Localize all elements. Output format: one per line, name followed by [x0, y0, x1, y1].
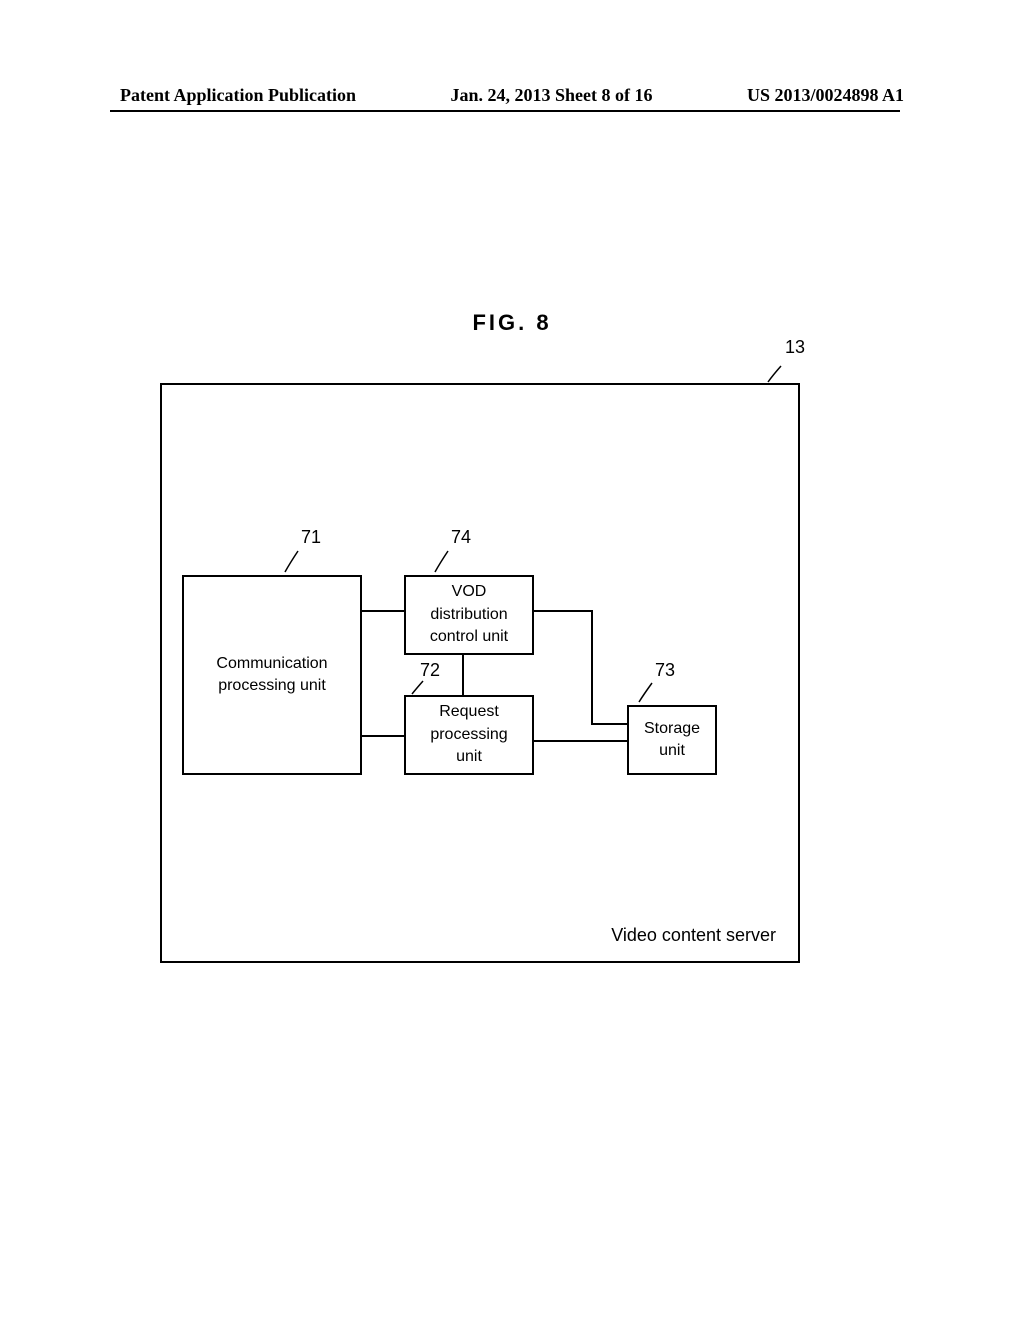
box-vod-distribution-control-unit: VOD distribution control unit — [404, 575, 534, 655]
header-rule — [110, 110, 900, 112]
box-74-line2: distribution — [430, 604, 507, 626]
box-74-line1: VOD — [452, 581, 487, 603]
box-73-line1: Storage — [644, 718, 700, 740]
ref-number-74: 74 — [451, 527, 471, 548]
leader-line-74 — [432, 548, 452, 575]
box-72-line2: processing — [430, 724, 507, 746]
box-74-line3: control unit — [430, 626, 508, 648]
box-71-line2: processing unit — [218, 675, 326, 697]
header-left-text: Patent Application Publication — [120, 85, 356, 106]
connector-71-to-72 — [362, 735, 404, 737]
box-73-line2: unit — [659, 740, 685, 762]
outer-box-video-content-server: Video content server 71 74 72 73 Communi… — [160, 383, 800, 963]
ref-number-71: 71 — [301, 527, 321, 548]
box-71-line1: Communication — [216, 653, 327, 675]
ref-number-13: 13 — [785, 337, 805, 358]
box-request-processing-unit: Request processing unit — [404, 695, 534, 775]
box-storage-unit: Storage unit — [627, 705, 717, 775]
connector-71-to-74 — [362, 610, 404, 612]
box-communication-processing-unit: Communication processing unit — [182, 575, 362, 775]
connector-74-to-bus-h — [534, 610, 593, 612]
ref-number-73: 73 — [655, 660, 675, 681]
figure-label: FIG. 8 — [472, 310, 551, 336]
connector-72-to-73 — [534, 740, 627, 742]
leader-line-13 — [765, 363, 785, 385]
leader-line-73 — [637, 681, 655, 705]
box-72-line3: unit — [456, 746, 482, 768]
box-72-line1: Request — [439, 701, 499, 723]
page-header: Patent Application Publication Jan. 24, … — [0, 85, 1024, 106]
leader-line-71 — [282, 548, 302, 575]
ref-number-72: 72 — [420, 660, 440, 681]
diagram: 13 Video content server 71 74 72 73 Comm… — [160, 340, 800, 960]
connector-bus-to-73 — [591, 723, 627, 725]
connector-bus-v — [591, 610, 593, 725]
header-center-text: Jan. 24, 2013 Sheet 8 of 16 — [451, 85, 653, 106]
outer-box-label: Video content server — [611, 925, 776, 946]
connector-74-to-72 — [462, 655, 464, 695]
header-right-text: US 2013/0024898 A1 — [747, 85, 904, 106]
